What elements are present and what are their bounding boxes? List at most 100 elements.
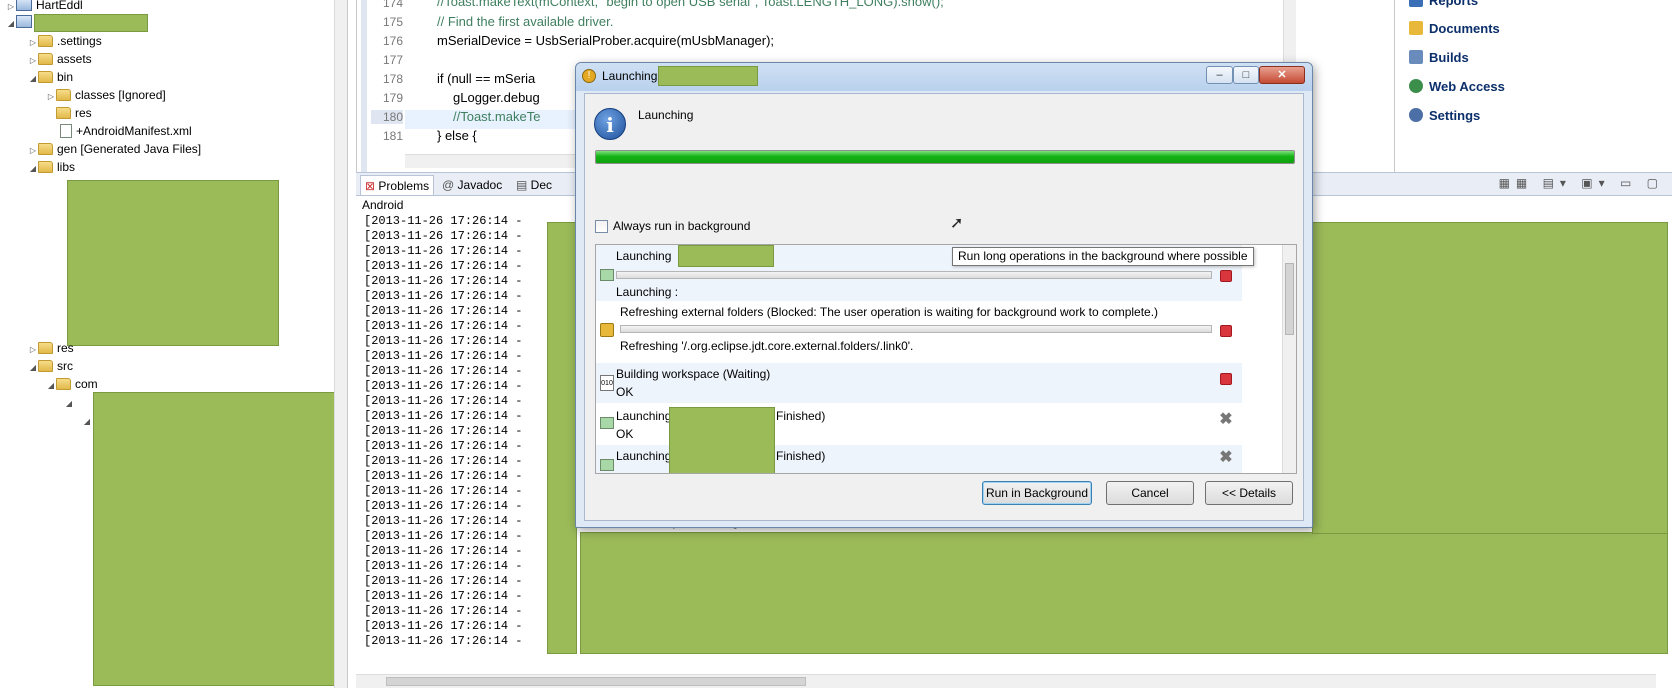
code-line: //Toast.makeTe <box>453 109 541 124</box>
tree-item-subpackage-2[interactable]: ◢ <box>82 412 92 429</box>
code-line: mSerialDevice = UsbSerialProber.acquire(… <box>437 33 775 48</box>
launch-progress-bar <box>595 150 1295 164</box>
builds-icon <box>1409 50 1423 64</box>
stop-icon[interactable] <box>1220 325 1232 337</box>
launching-dialog: ! Launching – □ ✕ i Launching Always run… <box>575 62 1313 528</box>
console-line: [2013-11-26 17:26:14 - <box>364 454 523 468</box>
launch-icon <box>600 459 614 471</box>
collapse-arrow-icon[interactable]: ◢ <box>28 359 38 376</box>
console-line: [2013-11-26 17:26:14 - <box>364 289 523 303</box>
console-line: [2013-11-26 17:26:14 - <box>364 214 523 228</box>
expand-arrow-icon[interactable]: ▷ <box>28 52 38 69</box>
info-icon: i <box>594 108 626 140</box>
remove-icon[interactable]: ✖ <box>1219 450 1233 466</box>
collapse-arrow-icon[interactable]: ◢ <box>46 377 56 394</box>
tab-problems[interactable]: ⊠ Problems <box>360 175 434 195</box>
collapse-arrow-icon[interactable]: ◢ <box>6 15 16 32</box>
console-line: [2013-11-26 17:26:14 - <box>364 589 523 603</box>
tree-item-settings[interactable]: ▷ .settings <box>28 33 102 50</box>
collapse-arrow-icon[interactable]: ◢ <box>28 70 38 87</box>
cancel-button[interactable]: Cancel <box>1106 481 1194 505</box>
tree-item-hartdl[interactable]: ▷ HartEddl <box>6 0 83 14</box>
lock-icon <box>600 323 614 337</box>
tree-item-com[interactable]: ◢ com <box>46 376 98 393</box>
remove-icon[interactable]: ✖ <box>1219 412 1233 428</box>
expand-arrow-icon[interactable]: ▷ <box>28 34 38 51</box>
console-line: [2013-11-26 17:26:14 - <box>364 229 523 243</box>
eclipse-icon: ! <box>582 69 596 83</box>
console-line: [2013-11-26 17:26:14 - <box>364 484 523 498</box>
project-icon <box>16 15 32 28</box>
run-in-background-button[interactable]: Run in Background <box>982 481 1092 505</box>
dialog-body: i Launching Always run in background Lau… <box>584 93 1304 521</box>
tree-item-manifest[interactable]: +AndroidManifest.xml <box>60 123 192 140</box>
stop-icon[interactable] <box>1220 373 1232 385</box>
tab-javadoc[interactable]: @ Javadoc <box>438 175 508 195</box>
redacted-block <box>669 407 775 473</box>
console-line: [2013-11-26 17:26:14 - <box>364 274 523 288</box>
expand-arrow-icon[interactable]: ▷ <box>46 88 56 105</box>
folder-icon <box>38 71 53 83</box>
always-background-label: Always run in background <box>613 219 751 233</box>
tree-item-project[interactable]: ◢ <box>6 14 36 31</box>
globe-icon <box>1409 79 1423 93</box>
folder-icon <box>56 107 71 119</box>
details-button[interactable]: << Details <box>1205 481 1293 505</box>
console-line: [2013-11-26 17:26:14 - <box>364 304 523 318</box>
tree-item-libs[interactable]: ◢ libs <box>28 159 75 176</box>
tree-item-bin-res[interactable]: res <box>56 105 92 122</box>
maximize-button[interactable]: □ <box>1233 66 1259 84</box>
tree-item-res[interactable]: ▷ res <box>28 340 74 357</box>
expand-arrow-icon[interactable]: ▷ <box>28 341 38 358</box>
console-line: [2013-11-26 17:26:14 - <box>364 604 523 618</box>
launch-icon <box>600 417 614 429</box>
console-line: [2013-11-26 17:26:14 - <box>364 424 523 438</box>
console-line: [2013-11-26 17:26:14 - <box>364 559 523 573</box>
minimize-button[interactable]: – <box>1206 66 1233 84</box>
jobs-scrollbar[interactable] <box>1282 245 1296 473</box>
collapse-arrow-icon[interactable]: ◢ <box>64 395 74 412</box>
tree-item-bin[interactable]: ◢ bin <box>28 69 73 86</box>
tree-item-classes[interactable]: ▷ classes [Ignored] <box>46 87 166 104</box>
nav-web-access[interactable]: Web Access <box>1409 78 1505 96</box>
tree-item-subpackage[interactable]: ◢ <box>64 394 74 411</box>
console-hscrollbar[interactable] <box>356 674 1656 688</box>
job-item-refreshing[interactable]: Refreshing external folders (Blocked: Th… <box>596 301 1242 363</box>
close-button[interactable]: ✕ <box>1259 66 1305 84</box>
tree-item-gen[interactable]: ▷ gen [Generated Java Files] <box>28 141 201 158</box>
problems-icon: ⊠ <box>365 179 379 193</box>
redacted-block <box>547 222 577 654</box>
code-line: } else { <box>437 128 477 143</box>
nav-documents[interactable]: Documents <box>1409 20 1500 38</box>
nav-reports[interactable]: Reports <box>1409 0 1478 10</box>
mouse-cursor-icon: ➚ <box>950 215 964 232</box>
view-toolbar[interactable]: ▦▦ ▤▾ ▣▾ ▭ ▢ <box>1494 176 1664 192</box>
expand-arrow-icon[interactable]: ▷ <box>6 0 16 15</box>
stop-icon[interactable] <box>1220 270 1232 282</box>
jobs-list[interactable]: Launching Launching : Refreshing externa… <box>595 244 1297 474</box>
job-item-building[interactable]: 010 Building workspace (Waiting) OK <box>596 363 1242 403</box>
project-explorer: ▷ HartEddl ◢ ▷ .settings ▷ assets ◢ bin ▷ cla… <box>0 0 348 688</box>
dialog-titlebar[interactable]: ! Launching – □ ✕ <box>576 63 1312 91</box>
dialog-header: Launching <box>638 108 694 122</box>
folder-icon <box>38 161 53 173</box>
collapse-arrow-icon[interactable]: ◢ <box>28 160 38 177</box>
job-progress-bar <box>616 271 1212 279</box>
tree-item-assets[interactable]: ▷ assets <box>28 51 92 68</box>
team-explorer-panel: Reports Documents Builds Web Access Sett… <box>1394 0 1672 172</box>
redacted-block <box>658 66 758 86</box>
console-line: [2013-11-26 17:26:14 - <box>364 439 523 453</box>
nav-settings[interactable]: Settings <box>1409 107 1480 125</box>
nav-builds[interactable]: Builds <box>1409 49 1469 67</box>
always-background-checkbox[interactable] <box>595 220 608 233</box>
tab-declaration[interactable]: ▤ Dec <box>512 175 552 195</box>
code-line: if (null == mSeria <box>437 71 536 86</box>
dialog-title: Launching <box>602 69 658 83</box>
gear-icon <box>1409 108 1423 122</box>
tree-item-src[interactable]: ◢ src <box>28 358 73 375</box>
console-line: [2013-11-26 17:26:14 - <box>364 574 523 588</box>
collapse-arrow-icon[interactable]: ◢ <box>82 413 92 430</box>
expand-arrow-icon[interactable]: ▷ <box>28 142 38 159</box>
folder-icon <box>1409 21 1423 35</box>
explorer-scrollbar[interactable] <box>334 0 347 688</box>
